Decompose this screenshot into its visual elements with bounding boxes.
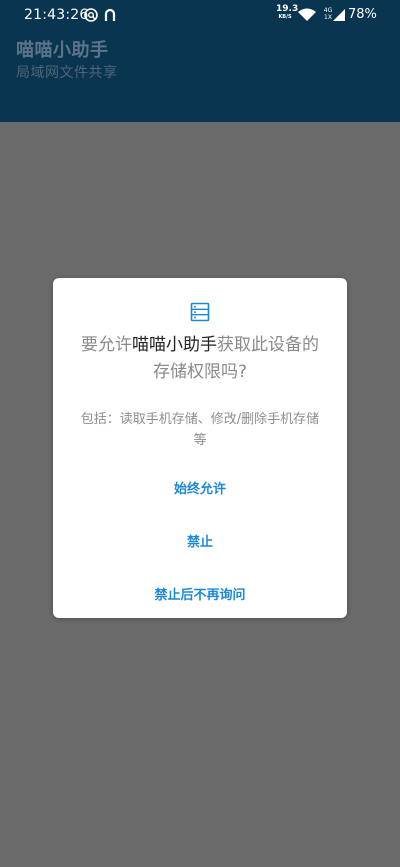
app-subtitle: 局域网文件共享	[16, 65, 118, 81]
permission-dialog: 要允许喵喵小助手获取此设备的存储权限吗? 包括：读取手机存储、修改/删除手机存储…	[53, 278, 347, 618]
network-type: 4G 1X	[323, 7, 333, 21]
permission-message: 要允许喵喵小助手获取此设备的存储权限吗?	[75, 332, 325, 386]
app-bar: 21:43:26 19.3 KB/S 4G 1X 78% 喵喵小助手 局域网文件…	[0, 0, 400, 122]
permission-detail: 包括：读取手机存储、修改/删除手机存储等	[80, 412, 320, 448]
allow-always-button[interactable]: 始终允许	[53, 478, 347, 497]
net-speed-unit: KB/S	[278, 14, 292, 20]
message-app-name: 喵喵小助手	[132, 335, 217, 355]
deny-dont-ask-button[interactable]: 禁止后不再询问	[53, 584, 347, 603]
at-icon	[84, 8, 98, 22]
network-speed: 19.3 KB/S	[276, 5, 298, 21]
screen: 21:43:26 19.3 KB/S 4G 1X 78% 喵喵小助手 局域网文件…	[0, 0, 400, 867]
battery-level: 78%	[348, 7, 377, 22]
signal-icon	[333, 9, 345, 21]
status-time: 21:43:26	[24, 7, 89, 23]
storage-icon	[190, 302, 210, 322]
status-bar: 21:43:26 19.3 KB/S 4G 1X 78%	[0, 0, 400, 30]
wifi-icon	[298, 8, 316, 21]
deny-button[interactable]: 禁止	[53, 531, 347, 550]
net-speed-value: 19.3	[276, 4, 299, 14]
magnet-icon	[104, 8, 116, 21]
net-type-bottom: 1X	[324, 14, 332, 21]
app-title: 喵喵小助手	[16, 40, 109, 61]
message-prefix: 要允许	[81, 335, 132, 355]
net-type-top: 4G	[323, 7, 333, 14]
